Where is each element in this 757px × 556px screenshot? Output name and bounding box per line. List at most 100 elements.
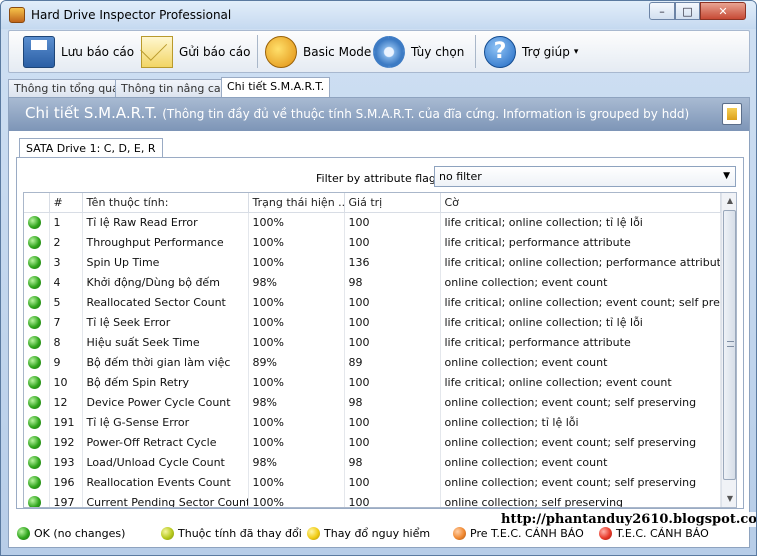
cell-current-status: 100% bbox=[248, 212, 345, 232]
cell-flags: online collection; self preserving bbox=[440, 492, 721, 507]
cell-value: 100 bbox=[344, 492, 441, 507]
cell-current-status: 100% bbox=[248, 252, 345, 272]
help-button[interactable]: ? Trợ giúp ▾ bbox=[484, 31, 578, 72]
table-row[interactable]: 3 Spin Up Time 100% 136 life critical; onlin… bbox=[24, 252, 721, 272]
green-status-icon bbox=[28, 315, 41, 329]
cell-flags: online collection; event count; self pre… bbox=[440, 472, 721, 492]
cell-attribute-name: Spin Up Time bbox=[82, 252, 249, 272]
green-status-icon bbox=[28, 455, 41, 469]
cell-value: 98 bbox=[344, 452, 441, 472]
status-icon bbox=[24, 312, 50, 332]
tab-smart-details[interactable]: Chi tiết S.M.A.R.T. bbox=[221, 77, 331, 98]
cell-value: 100 bbox=[344, 292, 441, 312]
legend-item-ok: OK (no changes) bbox=[17, 527, 125, 540]
status-icon bbox=[24, 332, 50, 352]
cell-number: 193 bbox=[49, 452, 83, 472]
green-status-icon bbox=[28, 395, 41, 409]
cell-flags: life critical; online collection; event … bbox=[440, 292, 721, 312]
cell-current-status: 100% bbox=[248, 472, 345, 492]
table-row[interactable]: 5 Reallocated Sector Count 100% 100 life cri… bbox=[24, 292, 721, 312]
cell-current-status: 98% bbox=[248, 392, 345, 412]
cell-current-status: 98% bbox=[248, 452, 345, 472]
options-button[interactable]: Tùy chọn bbox=[373, 31, 464, 72]
scroll-down-icon[interactable]: ▼ bbox=[722, 491, 736, 507]
minimize-button[interactable]: – bbox=[649, 2, 675, 20]
cell-attribute-name: Tỉ lệ Seek Error bbox=[82, 312, 249, 332]
basic-mode-button[interactable]: Basic Mode bbox=[265, 31, 371, 72]
tab-sata-drive-1[interactable]: SATA Drive 1: C, D, E, R bbox=[19, 138, 163, 158]
basic-mode-label: Basic Mode bbox=[303, 44, 372, 59]
cell-attribute-name: Bộ đếm thời gian làm việc bbox=[82, 352, 249, 372]
table-row[interactable]: 9 Bộ đếm thời gian làm việc 89% 89 online co… bbox=[24, 352, 721, 372]
cell-current-status: 89% bbox=[248, 352, 345, 372]
column-header-current-status[interactable]: Trạng thái hiện ... bbox=[248, 193, 345, 213]
scroll-up-icon[interactable]: ▲ bbox=[722, 193, 736, 209]
page-subtitle: (Thông tin đầy đủ về thuộc tính S.M.A.R.… bbox=[162, 107, 690, 121]
app-window: Hard Drive Inspector Professional – □ ✕ … bbox=[0, 0, 757, 556]
cell-value: 100 bbox=[344, 412, 441, 432]
cell-flags: online collection; event count; self pre… bbox=[440, 392, 721, 412]
status-icon bbox=[24, 292, 50, 312]
column-header-value[interactable]: Giá trị bbox=[344, 193, 441, 213]
cell-flags: life critical; performance attribute bbox=[440, 232, 721, 252]
table-row[interactable]: 2 Throughput Performance 100% 100 life criti… bbox=[24, 232, 721, 252]
table-row[interactable]: 197 Current Pending Sector Count 100% 100 on… bbox=[24, 492, 721, 507]
green-status-icon bbox=[28, 415, 41, 429]
export-icon[interactable] bbox=[722, 103, 742, 125]
app-icon bbox=[9, 7, 25, 23]
cell-flags: online collection; event count; self pre… bbox=[440, 432, 721, 452]
cell-attribute-name: Device Power Cycle Count bbox=[82, 392, 249, 412]
save-icon bbox=[23, 35, 55, 68]
table-row[interactable]: 7 Tỉ lệ Seek Error 100% 100 life critical; o… bbox=[24, 312, 721, 332]
cell-current-status: 100% bbox=[248, 432, 345, 452]
green-status-icon bbox=[28, 255, 41, 269]
cell-current-status: 100% bbox=[248, 232, 345, 252]
send-report-button[interactable]: Gửi báo cáo bbox=[141, 31, 250, 72]
column-header-attribute-name[interactable]: Tên thuộc tính: bbox=[82, 193, 249, 213]
table-row[interactable]: 1 Tỉ lệ Raw Read Error 100% 100 life critica… bbox=[24, 212, 721, 232]
scrollbar-thumb[interactable] bbox=[723, 210, 736, 480]
cell-number: 7 bbox=[49, 312, 83, 332]
tab-advanced-info[interactable]: Thông tin nâng cao bbox=[115, 79, 234, 98]
status-icon bbox=[24, 472, 50, 492]
column-header-status-icon[interactable] bbox=[24, 193, 50, 213]
green-status-icon bbox=[28, 335, 41, 349]
cell-flags: online collection; event count bbox=[440, 452, 721, 472]
green-status-icon bbox=[28, 275, 41, 289]
table-row[interactable]: 12 Device Power Cycle Count 98% 98 online co… bbox=[24, 392, 721, 412]
close-button[interactable]: ✕ bbox=[700, 2, 746, 20]
filter-value: no filter bbox=[439, 170, 482, 183]
cell-value: 98 bbox=[344, 272, 441, 292]
red-status-icon bbox=[599, 527, 612, 540]
toolbar-separator bbox=[257, 35, 258, 68]
table-row[interactable]: 191 Tỉ lệ G-Sense Error 100% 100 online coll… bbox=[24, 412, 721, 432]
save-report-button[interactable]: Lưu báo cáo bbox=[23, 31, 134, 72]
table-row[interactable]: 8 Hiệu suất Seek Time 100% 100 life critical… bbox=[24, 332, 721, 352]
cell-flags: life critical; online collection; perfor… bbox=[440, 252, 721, 272]
table-row[interactable]: 192 Power-Off Retract Cycle 100% 100 online … bbox=[24, 432, 721, 452]
column-header-flags[interactable]: Cờ bbox=[440, 193, 721, 213]
gear-icon bbox=[373, 35, 405, 68]
table-row[interactable]: 10 Bộ đếm Spin Retry 100% 100 life critical;… bbox=[24, 372, 721, 392]
filter-select[interactable]: no filter ▼ bbox=[434, 166, 736, 187]
table-row[interactable]: 4 Khởi động/Dùng bộ đếm 98% 98 online collec… bbox=[24, 272, 721, 292]
legend-label: OK (no changes) bbox=[34, 527, 126, 540]
legend-label: Pre T.E.C. CẢNH BÁO bbox=[470, 527, 584, 540]
cell-value: 100 bbox=[344, 332, 441, 352]
table-row[interactable]: 193 Load/Unload Cycle Count 98% 98 online co… bbox=[24, 452, 721, 472]
status-icon bbox=[24, 492, 50, 507]
tab-general-info[interactable]: Thông tin tổng quát bbox=[8, 79, 130, 98]
maximize-button[interactable]: □ bbox=[675, 2, 700, 20]
legend-item-dangerous: Thay đổ nguy hiểm bbox=[307, 527, 430, 540]
cell-flags: life critical; online collection; event … bbox=[440, 372, 721, 392]
vertical-scrollbar[interactable]: ▲ ▼ bbox=[721, 193, 736, 507]
cell-current-status: 100% bbox=[248, 492, 345, 507]
cell-flags: life critical; performance attribute bbox=[440, 332, 721, 352]
status-icon bbox=[24, 252, 50, 272]
column-header-number[interactable]: # bbox=[49, 193, 83, 213]
cell-number: 3 bbox=[49, 252, 83, 272]
cell-attribute-name: Throughput Performance bbox=[82, 232, 249, 252]
table-row[interactable]: 196 Reallocation Events Count 100% 100 onlin… bbox=[24, 472, 721, 492]
yellow-green-status-icon bbox=[161, 527, 174, 540]
cell-flags: online collection; event count bbox=[440, 272, 721, 292]
